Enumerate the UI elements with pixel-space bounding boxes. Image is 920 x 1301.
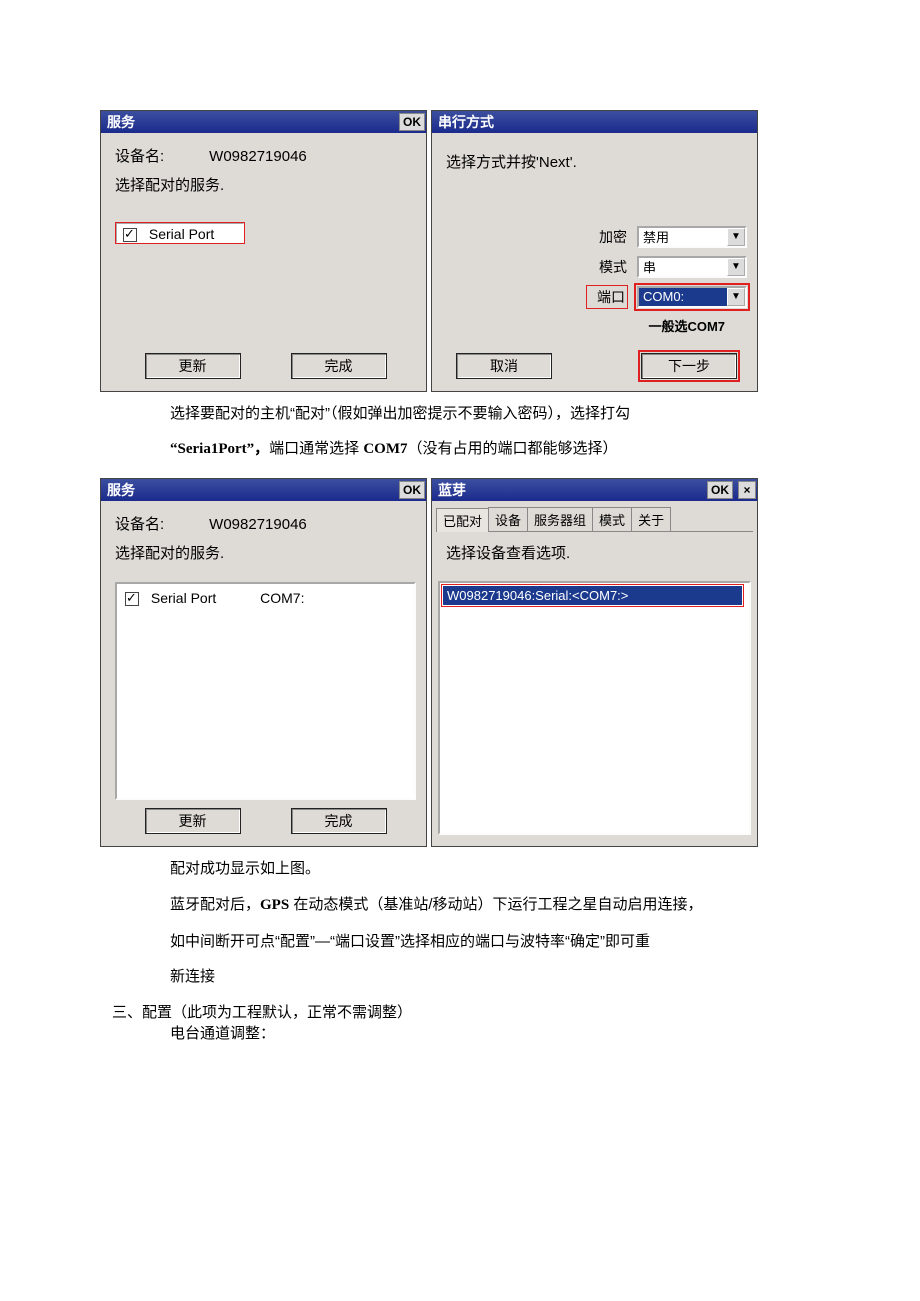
checkbox-serial-port[interactable] — [123, 228, 137, 242]
mode-select[interactable]: 串 ▼ — [637, 256, 747, 278]
ok-button[interactable]: OK — [707, 481, 733, 499]
title: 服务 — [107, 480, 395, 500]
list-item-port: COM7: — [260, 590, 304, 606]
tab-bar: 已配对 设备 服务器组 模式 关于 — [436, 507, 753, 532]
serial-mode-panel: 串行方式 选择方式并按'Next'. 加密 禁用 ▼ 模式 串 — [431, 110, 758, 392]
ok-button[interactable]: OK — [399, 113, 425, 131]
chevron-down-icon: ▼ — [727, 288, 745, 306]
port-select[interactable]: COM0: ▼ — [637, 286, 747, 308]
caption-2a: 配对成功显示如上图。 — [170, 855, 820, 883]
checkbox-serial-port[interactable] — [125, 592, 139, 606]
mode-label: 模式 — [587, 257, 627, 277]
update-button[interactable]: 更新 — [145, 808, 241, 834]
list-item-label: Serial Port — [149, 226, 214, 242]
device-value: W0982719046 — [209, 148, 307, 165]
paired-list[interactable]: W0982719046:Serial:<COM7:> — [438, 581, 751, 835]
chevron-down-icon: ▼ — [727, 228, 745, 246]
cancel-button[interactable]: 取消 — [456, 353, 552, 379]
service-list[interactable]: Serial Port — [115, 222, 245, 244]
list-item-label: Serial Port — [151, 590, 216, 606]
prompt: 选择设备查看选项. — [434, 532, 755, 569]
caption-1b-bold: “Seria1Port”， — [170, 441, 269, 457]
device-label: 设备名: — [115, 511, 205, 540]
prompt: 选择方式并按'Next'. — [446, 149, 747, 178]
prompt: 选择配对的服务. — [115, 172, 416, 201]
close-button[interactable]: × — [738, 481, 756, 499]
tab-about[interactable]: 关于 — [631, 507, 671, 531]
tab-paired[interactable]: 已配对 — [436, 508, 489, 532]
service-panel-2: 服务 OK 设备名: W0982719046 选择配对的服务. Serial P… — [100, 478, 427, 847]
service-list[interactable]: Serial Port COM7: — [115, 582, 416, 800]
prompt: 选择配对的服务. — [115, 540, 416, 569]
done-button[interactable]: 完成 — [291, 808, 387, 834]
chevron-down-icon: ▼ — [727, 258, 745, 276]
device-value: W0982719046 — [209, 516, 307, 533]
encrypt-label: 加密 — [587, 227, 627, 247]
port-note: 一般选COM7 — [446, 316, 747, 335]
caption-2c: 如中间断开可点“配置”—“端口设置”选择相应的端口与波特率“确定”即可重 — [170, 928, 820, 956]
tab-devices[interactable]: 设备 — [488, 507, 528, 531]
next-button[interactable]: 下一步 — [641, 353, 737, 379]
device-label: 设备名: — [115, 143, 205, 172]
caption-2d: 新连接 — [170, 963, 820, 991]
tab-mode[interactable]: 模式 — [592, 507, 632, 531]
caption-1a: 选择要配对的主机“配对”（假如弹出加密提示不要输入密码），选择打勾 — [170, 400, 820, 428]
done-button[interactable]: 完成 — [291, 353, 387, 379]
title: 服务 — [107, 112, 395, 132]
section-sub: 电台通道调整： — [170, 1022, 820, 1043]
tab-servers[interactable]: 服务器组 — [527, 507, 593, 531]
title: 串行方式 — [438, 112, 757, 132]
section-heading: 三、配置（此项为工程默认，正常不需调整） — [112, 1001, 820, 1022]
service-panel-1: 服务 OK 设备名: W0982719046 选择配对的服务. Serial P… — [100, 110, 427, 392]
port-label: 端口 — [587, 286, 627, 308]
update-button[interactable]: 更新 — [145, 353, 241, 379]
bluetooth-panel: 蓝芽 OK × 已配对 设备 服务器组 模式 关于 选择设备查看选项. W098… — [431, 478, 758, 847]
paired-item[interactable]: W0982719046:Serial:<COM7:> — [443, 586, 742, 605]
ok-button[interactable]: OK — [399, 481, 425, 499]
encrypt-select[interactable]: 禁用 ▼ — [637, 226, 747, 248]
title: 蓝芽 — [438, 480, 703, 500]
